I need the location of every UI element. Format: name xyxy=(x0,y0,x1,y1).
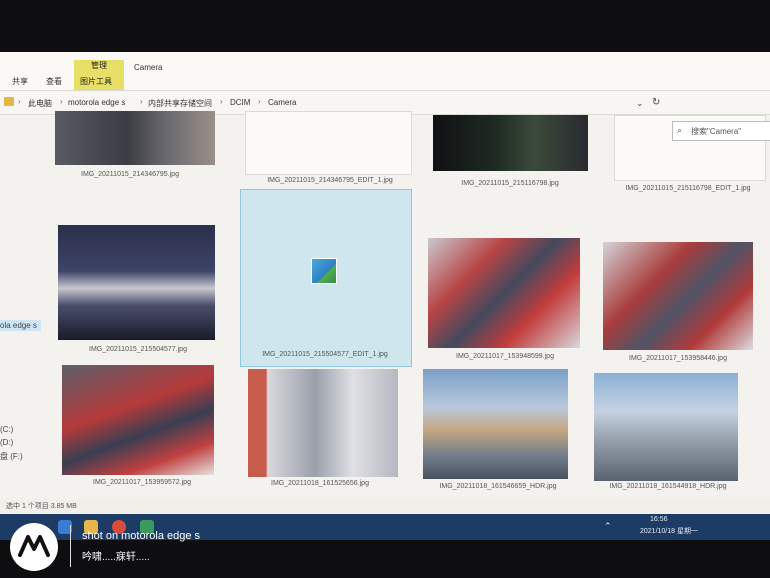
file-thumbnail[interactable] xyxy=(55,111,215,165)
nav-item-device[interactable]: ola edge s xyxy=(0,320,41,331)
file-thumbnail[interactable] xyxy=(248,369,398,477)
photo-preview xyxy=(433,115,588,171)
search-input[interactable]: ⌕ 搜索"Camera" xyxy=(672,121,770,141)
camera-watermark: shot on motorola edge s 吟啸.....寐轩..... xyxy=(0,505,770,578)
file-name[interactable]: IMG_20211015_215116798.jpg xyxy=(430,180,590,187)
file-name[interactable]: IMG_20211018_161546659_HDR.jpg xyxy=(418,483,578,490)
tab-view[interactable]: 查看 xyxy=(46,76,62,87)
file-name[interactable]: IMG_20211017_153958446.jpg xyxy=(598,355,758,362)
file-thumbnail[interactable] xyxy=(62,365,214,475)
folder-icon xyxy=(4,97,14,106)
nav-item-drive-f[interactable]: 盘 (F:) xyxy=(0,451,23,462)
photo-preview xyxy=(55,111,215,165)
photo-preview xyxy=(428,238,580,348)
window-title: Camera xyxy=(134,63,163,72)
watermark-divider xyxy=(70,525,71,567)
file-name[interactable]: IMG_20211015_214346795.jpg xyxy=(50,171,210,178)
file-thumbnail[interactable] xyxy=(423,369,568,479)
motorola-logo xyxy=(10,523,58,571)
breadcrumb-dcim[interactable]: DCIM xyxy=(230,98,250,107)
chevron-right-icon: › xyxy=(60,97,63,106)
photo-preview xyxy=(58,225,215,340)
image-placeholder-icon xyxy=(311,258,337,284)
chevron-right-icon: › xyxy=(140,97,143,106)
breadcrumb-camera[interactable]: Camera xyxy=(268,98,296,107)
nav-item-drive-c[interactable]: (C:) xyxy=(0,425,13,434)
file-thumbnail[interactable] xyxy=(245,111,412,175)
search-placeholder: 搜索"Camera" xyxy=(691,127,742,136)
file-thumbnail[interactable] xyxy=(428,238,580,348)
chevron-right-icon: › xyxy=(258,97,261,106)
breadcrumb-device[interactable]: motorola edge s xyxy=(68,98,125,107)
file-name[interactable]: IMG_20211015_215504577.jpg xyxy=(58,346,218,353)
file-name[interactable]: IMG_20211018_161525656.jpg xyxy=(240,480,400,487)
chevron-right-icon: › xyxy=(220,97,223,106)
file-name[interactable]: IMG_20211017_153948599.jpg xyxy=(425,353,585,360)
nav-item-drive-d[interactable]: (D:) xyxy=(0,438,13,447)
breadcrumb-this-pc[interactable]: 此电脑 xyxy=(28,98,52,109)
file-name[interactable]: IMG_20211018_161544918_HDR.jpg xyxy=(588,483,748,490)
photo-preview xyxy=(248,369,398,477)
watermark-device-text: shot on motorola edge s xyxy=(82,530,201,542)
photo-preview xyxy=(594,373,738,481)
file-thumbnail[interactable] xyxy=(594,373,738,481)
file-thumbnail[interactable] xyxy=(433,115,588,171)
photo-preview xyxy=(603,242,753,350)
search-icon: ⌕ xyxy=(677,125,683,135)
refresh-icon[interactable]: ↻ xyxy=(652,97,660,108)
chevron-down-icon[interactable]: ⌄ xyxy=(636,98,644,109)
file-thumbnail[interactable] xyxy=(58,225,215,340)
tab-share[interactable]: 共享 xyxy=(12,76,28,87)
file-explorer-window: 共享 查看 管理 图片工具 Camera › 此电脑 › motorola ed… xyxy=(0,52,770,540)
file-grid: ola edge s (C:) (D:) 盘 (F:) IMG_20211015… xyxy=(0,111,770,515)
file-name[interactable]: IMG_20211015_215504577_EDIT_1.jpg xyxy=(240,351,410,358)
watermark-author-text: 吟啸.....寐轩..... xyxy=(82,552,150,563)
photo-preview xyxy=(423,369,568,479)
tab-manage-label: 管理 xyxy=(91,61,107,70)
file-thumbnail[interactable] xyxy=(603,242,753,350)
file-name[interactable]: IMG_20211015_214346795_EDIT_1.jpg xyxy=(245,177,415,184)
photo-preview xyxy=(62,365,214,475)
ribbon-tabs: 共享 查看 管理 图片工具 Camera xyxy=(0,52,770,91)
file-thumbnail-selected[interactable] xyxy=(240,189,412,367)
file-name[interactable]: IMG_20211015_215116798_EDIT_1.jpg xyxy=(608,185,768,192)
file-name[interactable]: IMG_20211017_153959572.jpg xyxy=(62,479,222,486)
chevron-right-icon: › xyxy=(18,97,21,106)
picture-tools-label: 图片工具 xyxy=(80,77,112,86)
breadcrumb-storage[interactable]: 内部共享存储空间 xyxy=(148,98,212,109)
